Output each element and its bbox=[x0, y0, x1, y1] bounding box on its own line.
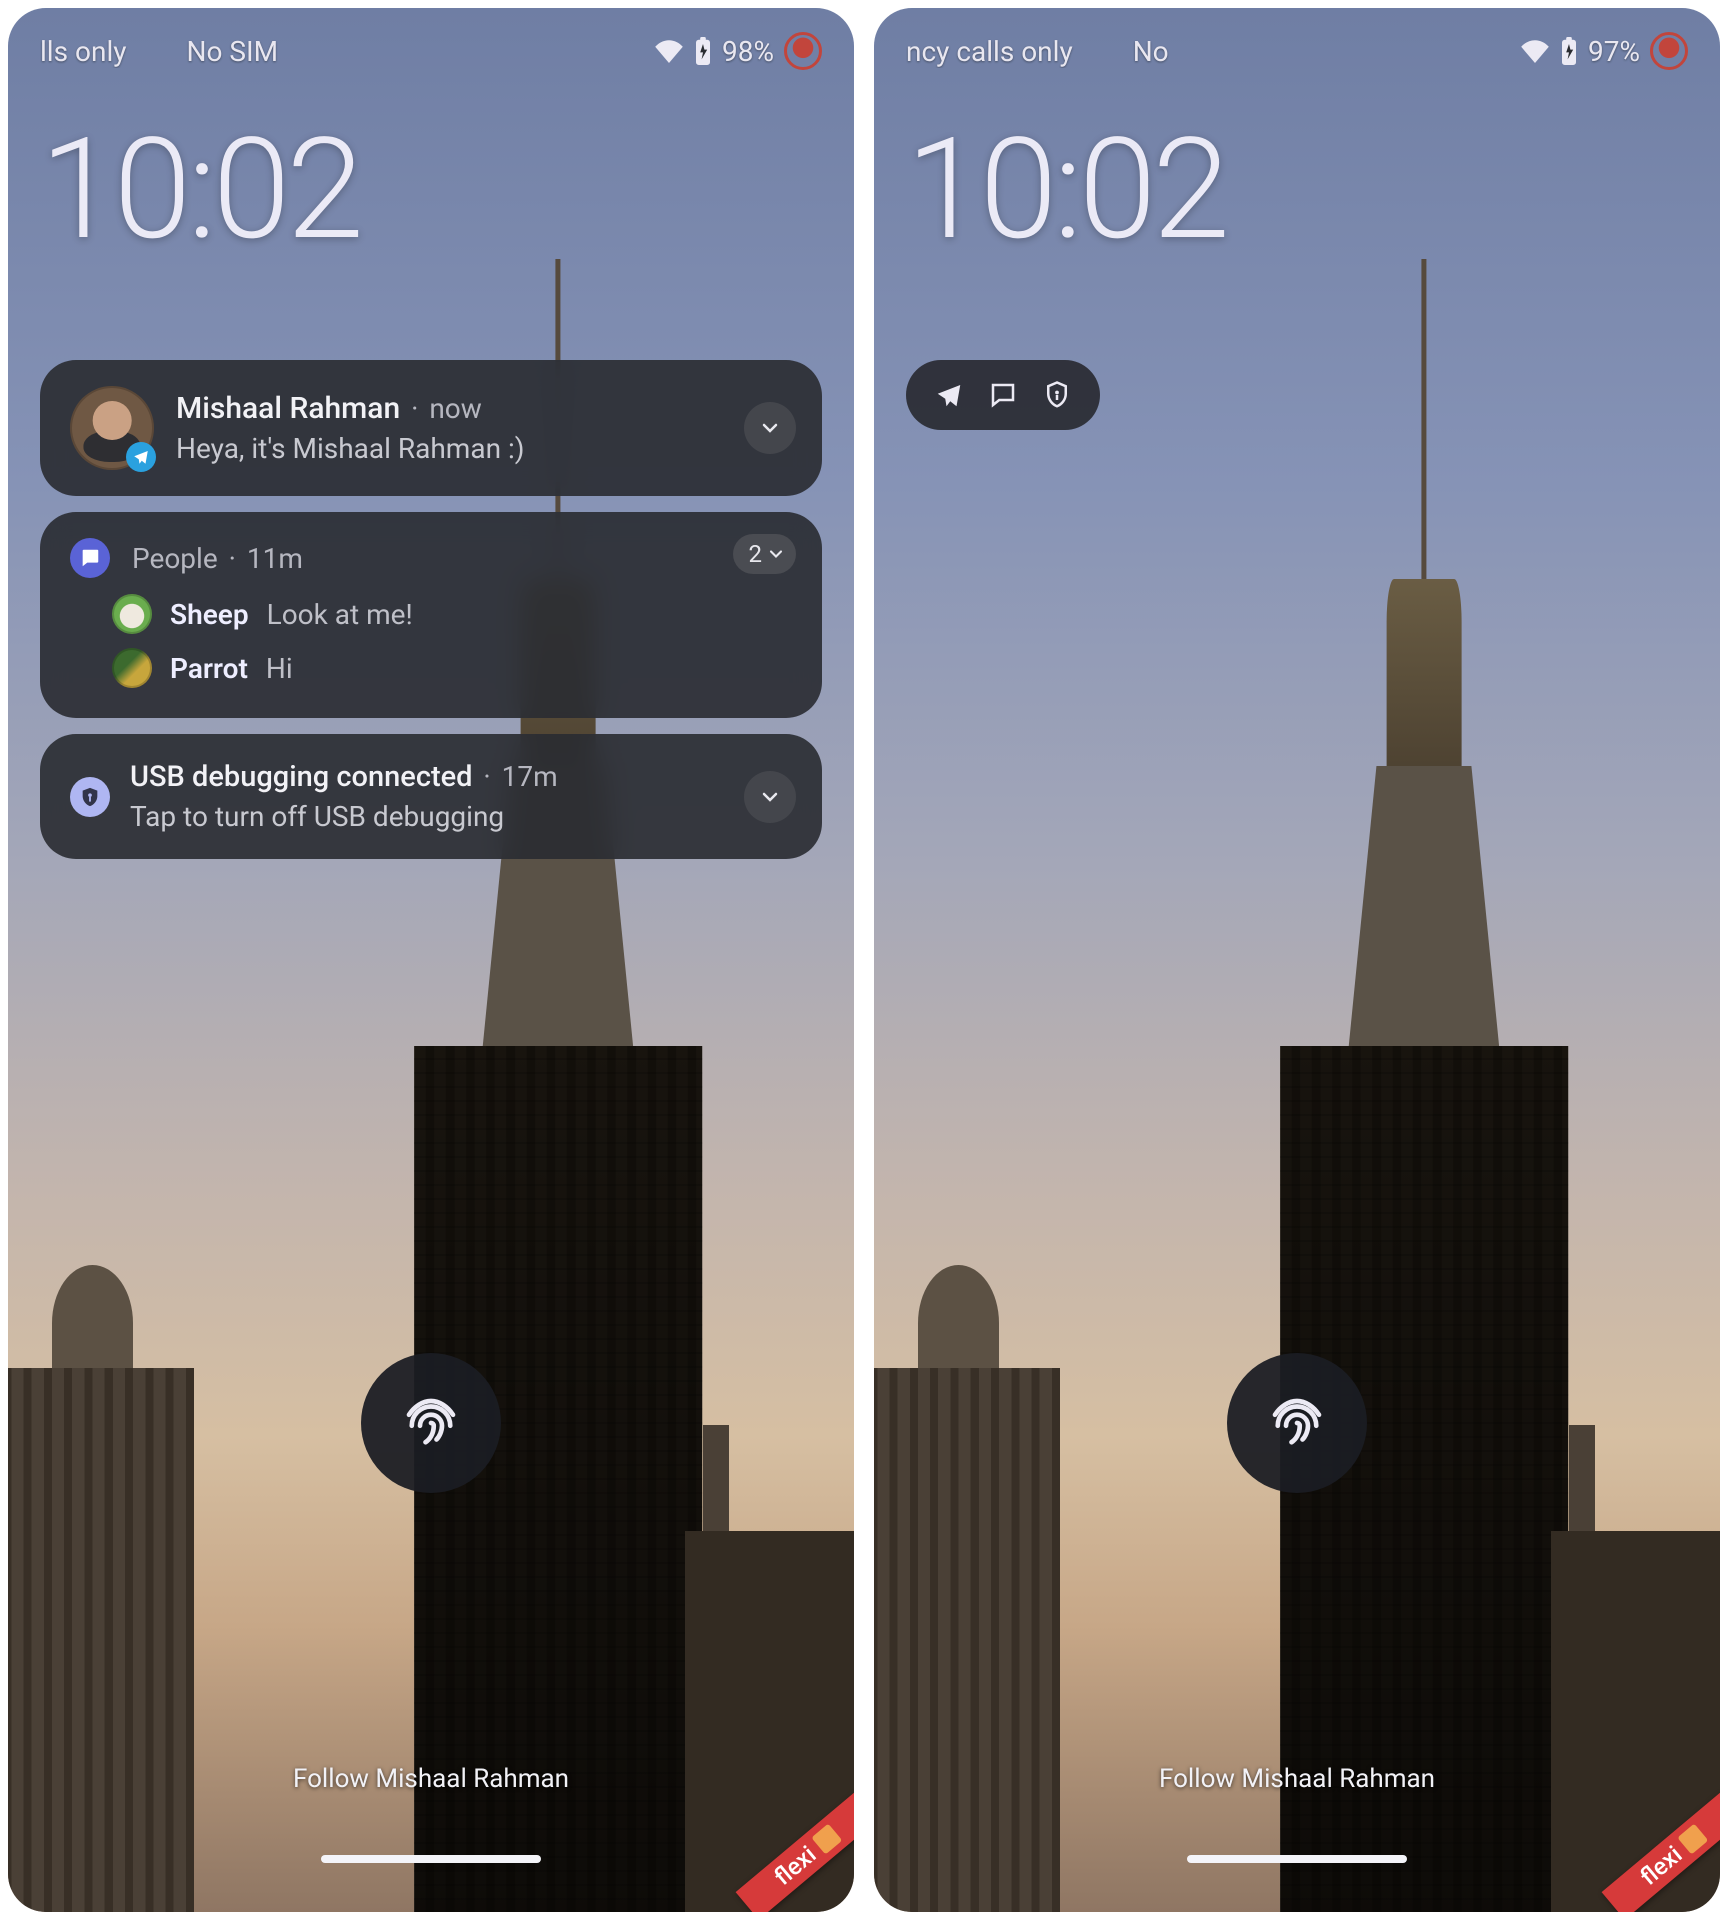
fingerprint-button[interactable] bbox=[1227, 1353, 1367, 1493]
expand-button[interactable] bbox=[744, 402, 796, 454]
lockscreen-clock: 10:02 bbox=[906, 120, 1688, 260]
follow-caption: Follow Mishaal Rahman bbox=[1159, 1764, 1435, 1794]
battery-percent: 97% bbox=[1588, 35, 1640, 68]
carrier-text-2: No SIM bbox=[187, 35, 279, 68]
notification-sender: Mishaal Rahman bbox=[176, 391, 400, 426]
phone-right: ncy calls only No 97% 10:02 bbox=[874, 8, 1720, 1912]
contact-name: Sheep bbox=[170, 598, 249, 631]
notification-time: 17m bbox=[502, 760, 558, 793]
user-switch-icon[interactable] bbox=[1650, 32, 1688, 70]
notification-body: Heya, it's Mishaal Rahman :) bbox=[176, 432, 792, 465]
fingerprint-button[interactable] bbox=[361, 1353, 501, 1493]
flexi-box-icon bbox=[1677, 1823, 1708, 1854]
battery-icon bbox=[1560, 37, 1578, 65]
carrier-text-1: lls only bbox=[40, 35, 127, 68]
home-indicator[interactable] bbox=[1187, 1855, 1407, 1863]
user-switch-icon[interactable] bbox=[784, 32, 822, 70]
expand-count-button[interactable]: 2 bbox=[733, 534, 797, 574]
expand-button[interactable] bbox=[744, 771, 796, 823]
notification-usb-debugging[interactable]: USB debugging connected · 17m Tap to tur… bbox=[40, 734, 822, 859]
notification-time: now bbox=[429, 392, 481, 425]
status-bar: ncy calls only No 97% bbox=[906, 32, 1688, 70]
telegram-icon bbox=[934, 380, 964, 410]
notification-people[interactable]: People · 11m 2 Sheep Look at me! bbox=[40, 512, 822, 718]
wifi-icon bbox=[654, 39, 684, 63]
sender-avatar bbox=[70, 386, 154, 470]
battery-percent: 98% bbox=[722, 35, 774, 68]
phone-left: lls only No SIM 98% 10:02 bbox=[8, 8, 854, 1912]
battery-icon bbox=[694, 37, 712, 65]
contact-avatar bbox=[112, 648, 152, 688]
notification-mini-pill[interactable] bbox=[906, 360, 1100, 430]
contact-message: Hi bbox=[266, 652, 293, 685]
notification-telegram[interactable]: Mishaal Rahman · now Heya, it's Mishaal … bbox=[40, 360, 822, 496]
lockscreen-clock: 10:02 bbox=[40, 120, 822, 260]
chat-icon bbox=[988, 380, 1018, 410]
home-indicator[interactable] bbox=[321, 1855, 541, 1863]
notification-count: 2 bbox=[749, 540, 763, 568]
wifi-icon bbox=[1520, 39, 1550, 63]
messages-app-icon bbox=[70, 538, 110, 578]
shield-icon bbox=[1042, 380, 1072, 410]
flexi-box-icon bbox=[811, 1823, 842, 1854]
conversation-row[interactable]: Parrot Hi bbox=[112, 648, 792, 688]
contact-avatar bbox=[112, 594, 152, 634]
notification-body: Tap to turn off USB debugging bbox=[130, 800, 792, 833]
carrier-text-2: No bbox=[1133, 35, 1169, 68]
contact-name: Parrot bbox=[170, 652, 248, 685]
conversation-row[interactable]: Sheep Look at me! bbox=[112, 594, 792, 634]
contact-message: Look at me! bbox=[267, 598, 413, 631]
notification-app: People bbox=[132, 542, 218, 575]
telegram-badge-icon bbox=[126, 442, 156, 472]
follow-caption: Follow Mishaal Rahman bbox=[293, 1764, 569, 1794]
status-bar: lls only No SIM 98% bbox=[40, 32, 822, 70]
notification-time: 11m bbox=[247, 542, 303, 575]
usb-debugging-icon bbox=[70, 777, 110, 817]
carrier-text-1: ncy calls only bbox=[906, 35, 1073, 68]
notification-title: USB debugging connected bbox=[130, 760, 473, 794]
